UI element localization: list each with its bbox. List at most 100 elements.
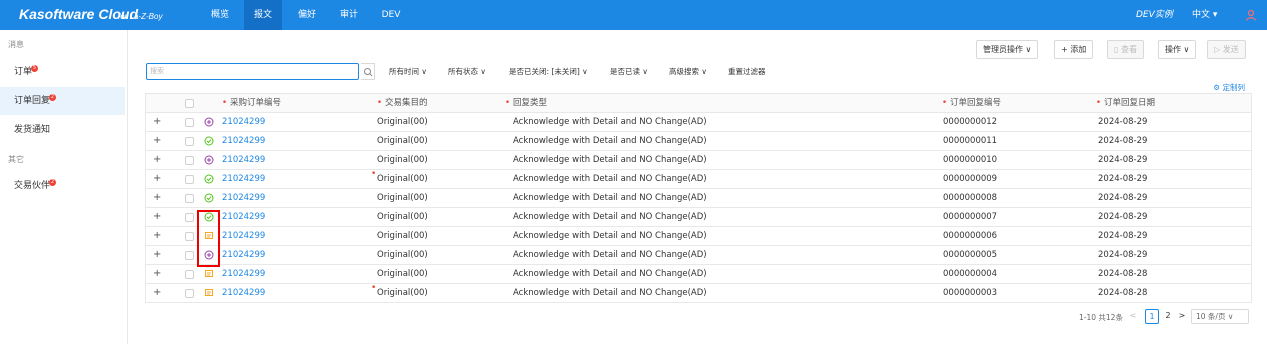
table-row[interactable]: +21024299 Original(00) Acknowledge with De… [146,113,1251,132]
po-number-link[interactable]: 21024299 [222,227,265,245]
nav-tab-dev[interactable]: DEV [372,0,410,30]
ack-date-cell: 2024-08-28 [1098,269,1148,279]
expand-row-button[interactable]: + [153,246,161,264]
ack-date-cell: 2024-08-29 [1098,250,1148,260]
sidebar-group-other: 其它 [8,155,24,164]
ack-type-cell: Acknowledge with Detail and NO Change(AD… [513,193,707,203]
search-input[interactable]: 搜索 [146,63,359,80]
send-icon: ▷ [1214,45,1223,54]
row-checkbox[interactable] [185,175,194,184]
ack-type-cell: Acknowledge with Detail and NO Change(AD… [513,136,707,146]
sidebar-group-messages: 消息 [8,40,24,49]
po-number-link[interactable]: 21024299 [222,246,265,264]
expand-row-button[interactable]: + [153,170,161,188]
view-button[interactable]: ▯ 查看 [1107,40,1144,59]
po-number-link[interactable]: 21024299 [222,284,265,302]
brand-subtitle: for La-Z-Boy [118,12,163,21]
prev-page-button[interactable]: < [1127,309,1139,324]
ack-number-cell: 0000000008 [943,193,998,203]
sidebar-item-order-acks[interactable]: 订单回复2 [0,87,125,115]
row-checkbox[interactable] [185,118,194,127]
po-number-link[interactable]: 21024299 [222,132,265,150]
read-filter[interactable]: 是否已读 ∨ [610,66,648,77]
table-row[interactable]: +21024299 Original(00) Acknowledge with De… [146,132,1251,151]
page-2-button[interactable]: 2 [1162,309,1174,324]
view-icon: ▯ [1114,45,1121,54]
select-all-checkbox[interactable] [185,99,194,108]
sidebar-item-label: 订单回复 [14,96,51,106]
po-number-link[interactable]: 21024299 [222,265,265,283]
expand-row-button[interactable]: + [153,265,161,283]
row-checkbox[interactable] [185,270,194,279]
nav-tab-preferences[interactable]: 偏好 [290,0,324,30]
table-row[interactable]: +21024299 Original(00) Acknowledge with De… [146,265,1251,284]
user-icon[interactable] [1245,9,1257,21]
closed-filter[interactable]: 是否已关闭: [未关闭] ∨ [509,66,588,77]
ack-number-cell: 0000000004 [943,269,998,279]
table-row[interactable]: +21024299 Original(00) Acknowledge with De… [146,208,1251,227]
po-number-link[interactable]: 21024299 [222,170,265,188]
expand-row-button[interactable]: + [153,132,161,150]
row-checkbox[interactable] [185,232,194,241]
table-row[interactable]: +21024299 Original(00) Acknowledge with De… [146,189,1251,208]
page-size-select[interactable]: 10 条/页 ∨ [1191,309,1249,324]
expand-row-button[interactable]: + [153,208,161,226]
sidebar-item-orders[interactable]: 订单5 [0,58,125,86]
po-number-link[interactable]: 21024299 [222,189,265,207]
purpose-cell: Original(00) [377,250,428,260]
column-header[interactable]: • 回复类型 [505,94,547,112]
column-header[interactable]: • 采购订单编号 [222,94,281,112]
search-button[interactable] [361,63,375,80]
row-checkbox[interactable] [185,194,194,203]
pagination-summary: 1-10 共12条 [1079,313,1123,322]
language-select[interactable]: 中文 ▾ [1192,0,1217,30]
expand-row-button[interactable]: + [153,284,161,302]
customize-columns[interactable]: ⚙ 定制列 [1213,82,1245,93]
purpose-cell: Original(00) [377,155,428,165]
plus-circle-icon [204,155,214,165]
table-row[interactable]: +21024299 • Original(00) Acknowledge with D… [146,170,1251,189]
row-checkbox[interactable] [185,213,194,222]
ack-date-cell: 2024-08-29 [1098,231,1148,241]
po-number-link[interactable]: 21024299 [222,208,265,226]
advanced-search[interactable]: 高级搜索 ∨ [669,66,707,77]
column-header[interactable]: • 订单回复日期 [1096,94,1155,112]
page-1-button[interactable]: 1 [1145,309,1159,324]
next-page-button[interactable]: > [1176,309,1188,324]
nav-tab-messages[interactable]: 报文 [244,0,282,30]
nav-tab-overview[interactable]: 概览 [203,0,237,30]
purpose-cell: Original(00) [377,269,428,279]
column-header[interactable]: • 订单回复编号 [942,94,1001,112]
po-number-link[interactable]: 21024299 [222,113,265,131]
ack-number-cell: 0000000012 [943,117,998,127]
expand-row-button[interactable]: + [153,189,161,207]
admin-ops-button[interactable]: 管理员操作 ∨ [976,40,1039,59]
row-checkbox[interactable] [185,156,194,165]
add-button[interactable]: + 添加 [1054,40,1094,59]
sidebar-item-partners[interactable]: 交易伙伴2 [0,172,125,200]
row-checkbox[interactable] [185,289,194,298]
table-row[interactable]: +21024299 Original(00) Acknowledge with De… [146,151,1251,170]
expand-row-button[interactable]: + [153,227,161,245]
instance-label[interactable]: DEV实例 [1136,0,1173,30]
expand-row-button[interactable]: + [153,113,161,131]
time-filter[interactable]: 所有时间 ∨ [389,66,427,77]
check-circle-icon [204,136,214,146]
ack-number-cell: 0000000005 [943,250,998,260]
message-icon [205,270,213,277]
ops-button[interactable]: 操作 ∨ [1158,40,1197,59]
row-checkbox[interactable] [185,137,194,146]
ack-date-cell: 2024-08-29 [1098,117,1148,127]
status-filter[interactable]: 所有状态 ∨ [448,66,486,77]
table-row[interactable]: +21024299 • Original(00) Acknowledge with D… [146,284,1251,303]
table-row[interactable]: +21024299 Original(00) Acknowledge with De… [146,227,1251,246]
reset-filters[interactable]: 重置过滤器 [728,66,766,77]
po-number-link[interactable]: 21024299 [222,151,265,169]
expand-row-button[interactable]: + [153,151,161,169]
nav-tab-audit[interactable]: 审计 [332,0,366,30]
table-row[interactable]: +21024299 Original(00) Acknowledge with De… [146,246,1251,265]
sidebar-item-ship-notices[interactable]: 发货通知 [0,116,125,144]
column-header[interactable]: • 交易集目的 [377,94,428,112]
row-checkbox[interactable] [185,251,194,260]
send-button[interactable]: ▷ 发送 [1207,40,1246,59]
